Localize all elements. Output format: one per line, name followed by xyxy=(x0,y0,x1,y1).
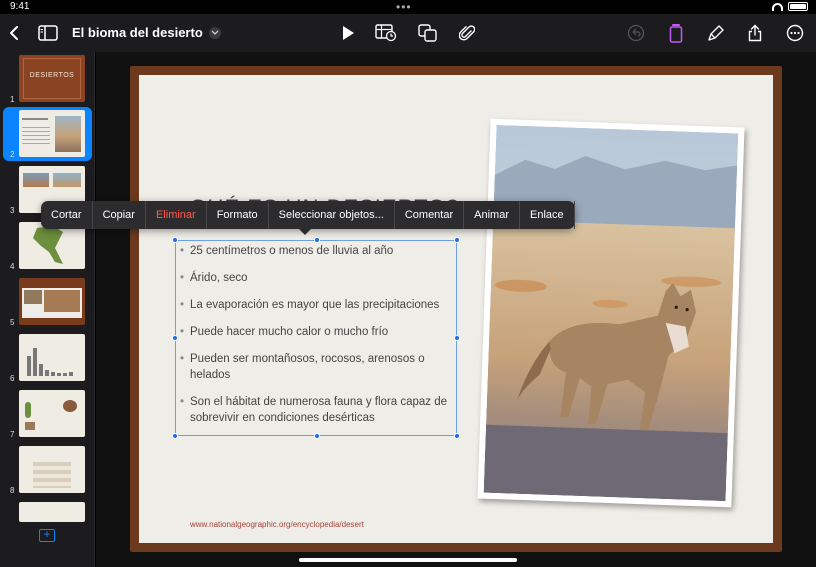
slide-thumbnail-8[interactable]: 8 xyxy=(0,443,94,497)
slide-thumbnail-image xyxy=(19,278,85,325)
resize-handle[interactable] xyxy=(172,335,178,341)
back-chevron-icon[interactable] xyxy=(2,21,26,45)
slide-number: 6 xyxy=(10,374,15,383)
bullet-item: Árido, seco xyxy=(180,270,460,286)
paperclip-icon[interactable] xyxy=(455,21,479,45)
slide-thumbnail-1[interactable]: DESIERTOS 1 xyxy=(0,52,94,106)
menu-item-format[interactable]: Formato xyxy=(207,201,269,229)
menu-item-animate[interactable]: Animar xyxy=(464,201,520,229)
menu-item-copy[interactable]: Copiar xyxy=(93,201,146,229)
brush-icon[interactable] xyxy=(704,21,728,45)
menu-item-cut[interactable]: Cortar xyxy=(41,201,93,229)
bullet-textbox[interactable]: 25 centímetros o menos de lluvia al año … xyxy=(172,237,460,439)
bullet-item: Puede hacer mucho calor o mucho frío xyxy=(180,324,460,340)
status-time: 9:41 xyxy=(10,1,30,12)
bullet-item: Son el hábitat de numerosa fauna y flora… xyxy=(180,394,455,426)
resize-handle[interactable] xyxy=(454,433,460,439)
format-icon[interactable] xyxy=(664,21,688,45)
slide-thumbnail-7[interactable]: 7 xyxy=(0,387,94,441)
source-link[interactable]: www.nationalgeographic.org/encyclopedia/… xyxy=(190,520,364,529)
slide-thumbnail-5[interactable]: 5 xyxy=(0,275,94,329)
wifi-icon xyxy=(772,2,783,11)
shapes-icon[interactable] xyxy=(416,21,440,45)
slide-thumbnail-6[interactable]: 6 xyxy=(0,331,94,385)
document-title[interactable]: El bioma del desierto xyxy=(72,25,221,40)
share-icon[interactable] xyxy=(743,21,767,45)
multitasking-dots-icon[interactable]: ••• xyxy=(396,0,412,14)
slide-navigator: DESIERTOS 1 2 3 4 5 6 7 8 + xyxy=(0,52,95,567)
context-menu: Cortar Copiar Eliminar Formato Seleccion… xyxy=(41,201,575,235)
slide-number: 1 xyxy=(10,95,15,104)
bullet-item: 25 centímetros o menos de lluvia al año xyxy=(180,243,460,259)
play-icon[interactable] xyxy=(336,21,360,45)
slide-number: 2 xyxy=(10,150,15,159)
battery-icon xyxy=(788,2,808,11)
table-icon[interactable] xyxy=(374,21,398,45)
slide-thumbnail-image xyxy=(19,110,85,157)
undo-icon[interactable] xyxy=(624,21,648,45)
document-title-text: El bioma del desierto xyxy=(72,25,203,40)
status-indicators xyxy=(772,2,808,11)
slide-canvas: ¿QUÉ ES UN DESIERTO? 25 centímetros o me… xyxy=(96,52,816,567)
bullet-item: La evaporación es mayor que las precipit… xyxy=(180,297,460,313)
slide-number: 8 xyxy=(10,486,15,495)
slide[interactable]: ¿QUÉ ES UN DESIERTO? 25 centímetros o me… xyxy=(139,75,773,543)
resize-handle[interactable] xyxy=(454,335,460,341)
coyote-photo[interactable] xyxy=(477,118,745,508)
slide-thumbnail-2[interactable]: 2 xyxy=(3,107,92,161)
bullet-item: Pueden ser montañosos, rocosos, arenosos… xyxy=(180,351,440,383)
slide-number: 3 xyxy=(10,206,15,215)
resize-handle[interactable] xyxy=(314,433,320,439)
slide-number: 4 xyxy=(10,262,15,271)
menu-item-link[interactable]: Enlace xyxy=(520,201,575,229)
resize-handle[interactable] xyxy=(172,237,178,243)
toolbar: El bioma del desierto xyxy=(0,14,816,52)
more-icon[interactable] xyxy=(783,21,807,45)
slide-thumbnail-image xyxy=(19,390,85,437)
menu-item-select-objects[interactable]: Seleccionar objetos... xyxy=(269,201,395,229)
slide-thumbnail-image xyxy=(19,502,85,522)
chevron-down-icon[interactable] xyxy=(208,26,221,39)
add-slide-button[interactable]: + xyxy=(39,528,55,542)
slide-thumbnail-image: DESIERTOS xyxy=(19,55,85,102)
status-bar: 9:41 ••• xyxy=(0,0,816,14)
slide-number: 7 xyxy=(10,430,15,439)
menu-item-delete[interactable]: Eliminar xyxy=(146,201,207,229)
resize-handle[interactable] xyxy=(454,237,460,243)
photo-image xyxy=(483,124,739,502)
resize-handle[interactable] xyxy=(314,237,320,243)
slide-thumbnail-image xyxy=(19,446,85,493)
home-indicator[interactable] xyxy=(299,558,517,562)
slide-frame: ¿QUÉ ES UN DESIERTO? 25 centímetros o me… xyxy=(130,66,782,552)
slide-thumbnail-title: DESIERTOS xyxy=(29,72,75,79)
sidebar-toggle-icon[interactable] xyxy=(36,21,60,45)
slide-thumbnail-image xyxy=(19,334,85,381)
menu-item-comment[interactable]: Comentar xyxy=(395,201,465,229)
resize-handle[interactable] xyxy=(172,433,178,439)
slide-thumbnail-partial[interactable] xyxy=(0,499,94,522)
menu-pointer xyxy=(299,229,311,235)
slide-number: 5 xyxy=(10,318,15,327)
slide-thumbnail-image xyxy=(19,222,85,269)
